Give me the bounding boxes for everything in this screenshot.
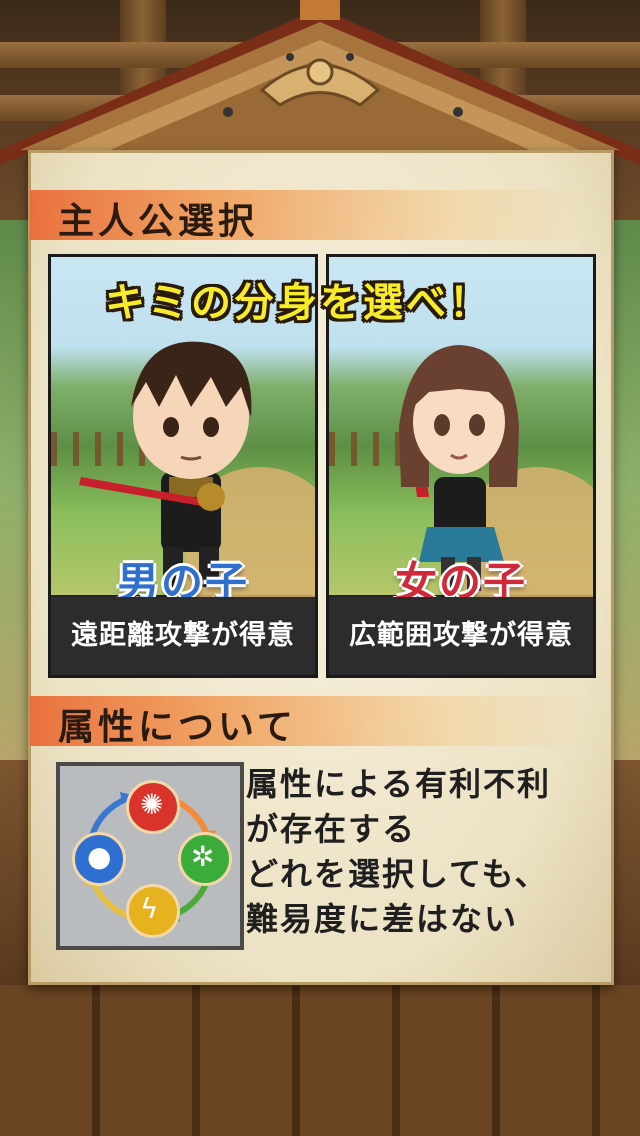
attribute-explanation: 属性による有利不利 が存在する どれを選択しても、 難易度に差はない (246, 762, 606, 942)
section-title-attributes: 属性について (58, 706, 297, 748)
roof-ornament (0, 0, 640, 165)
fire-glyph: ✺ (140, 788, 164, 821)
lightning-glyph: ϟ (140, 892, 159, 925)
character-description-girl: 広範囲攻撃が得意 (329, 597, 593, 675)
water-glyph: ● (87, 840, 112, 873)
attribute-line: 属性による有利不利 (246, 765, 552, 803)
character-description-boy: 遠距離攻撃が得意 (51, 597, 315, 675)
background-scenery-left (0, 220, 30, 760)
attribute-line: 難易度に差はない (246, 900, 519, 938)
attribute-wheel-box: ✺ ✲ ϟ ● (56, 762, 244, 950)
wind-glyph: ✲ (191, 840, 215, 873)
attribute-line: が存在する (246, 810, 417, 848)
section-title-protagonist: 主人公選択 (58, 200, 259, 242)
wooden-floor (0, 985, 640, 1136)
background-scenery-right (610, 220, 640, 760)
headline-choose-avatar: キミの分身を選べ！ (105, 280, 492, 326)
attribute-line: どれを選択しても、 (246, 855, 549, 893)
